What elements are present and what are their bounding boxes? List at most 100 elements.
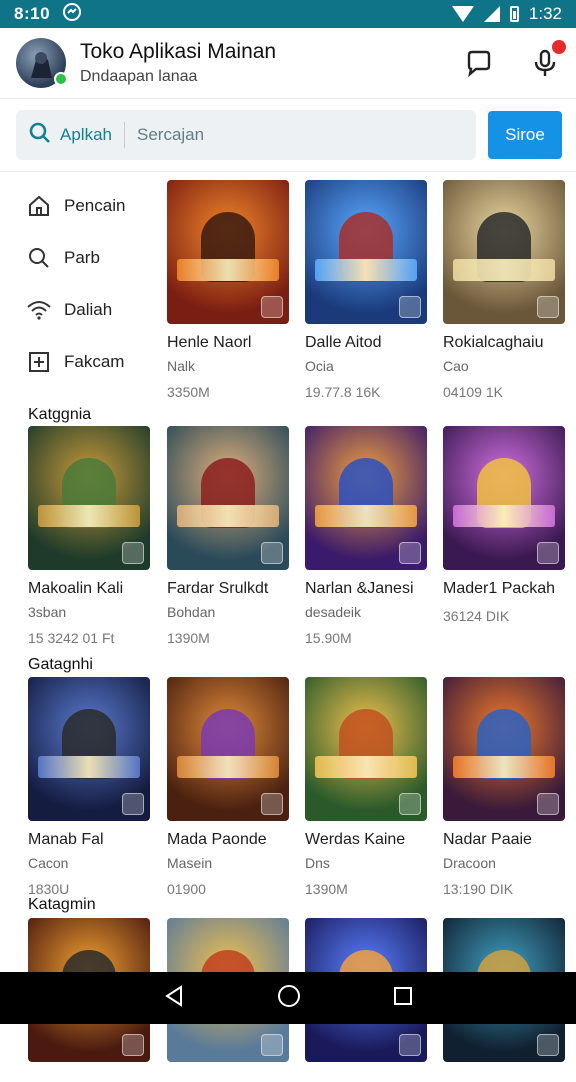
app-card[interactable]: Mada Paonde Masein 01900 [167,677,289,897]
app-card[interactable]: Nadar Paaie Dracoon 13:190 DIK [443,677,565,897]
sidebar-item-label: Fakcam [64,352,125,371]
badge-icon [261,1034,283,1056]
notification-badge [552,40,566,54]
app-card[interactable]: Narlan &Janesi desadeik 15.90M [305,426,427,646]
game-logo-art [314,756,418,779]
sidebar-item-daliah[interactable]: Daliah [0,284,160,336]
page-subtitle: Dndaapan lanaa [80,68,198,85]
game-logo-art [314,505,418,528]
status-time: 8:10 [14,4,51,23]
app-size: 15 3242 01 Ft [28,630,115,646]
sidebar-item-fakcam[interactable]: Fakcam [0,336,160,388]
microphone-icon[interactable] [530,40,566,78]
game-logo-art [176,505,280,528]
app-size: 15.90M [305,630,352,646]
app-developer: Bohdan [167,604,216,620]
game-logo-art [176,756,280,779]
app-thumbnail[interactable] [167,677,289,821]
game-logo-art [452,259,556,282]
app-thumbnail[interactable] [443,180,565,324]
category-label: Katggnia [28,406,92,423]
search-input[interactable] [136,125,377,145]
category-label: Katagmin [28,896,96,913]
search-icon [28,121,52,150]
battery-icon [509,6,519,22]
app-name: Dalle Aitod [305,334,382,351]
badge-icon [399,1034,421,1056]
game-logo-art [452,756,556,779]
status-bar: 8:10 1:32 [0,0,576,28]
app-thumbnail[interactable] [443,426,565,570]
category-label: Gatagnhi [28,656,93,673]
game-logo-art [37,505,141,528]
game-logo-art [37,756,141,779]
badge-icon [399,296,421,318]
app-name: Manab Fal [28,831,104,848]
app-thumbnail[interactable] [28,426,150,570]
badge-icon [261,542,283,564]
app-thumbnail[interactable] [443,677,565,821]
app-header: Toko Aplikasi Mainan Dndaapan lanaa [0,28,576,98]
app-developer: Dracoon [443,855,496,871]
app-developer: Ocia [305,358,334,374]
app-card[interactable]: Mader1 Packah 36124 DIK [443,426,565,624]
search-icon [26,245,52,271]
game-logo-art [314,259,418,282]
app-card[interactable]: Fardar Srulkdt Bohdan 1390M [167,426,289,646]
search-divider [123,122,125,148]
app-thumbnail[interactable] [167,180,289,324]
sidebar: Pencain Parb Daliah Fakcam [0,180,160,388]
app-developer: Cacon [28,855,69,871]
app-card[interactable]: Rokialcaghaiu Cao 04109 1K [443,180,565,400]
app-card[interactable]: Dalle Aitod Ocia 19.77.8 16K [305,180,427,400]
app-thumbnail[interactable] [305,426,427,570]
app-thumbnail[interactable] [28,677,150,821]
app-name: Nadar Paaie [443,831,532,848]
app-card[interactable]: Henle Naorl Nalk 3350M [167,180,289,400]
avatar[interactable] [16,38,68,88]
app-thumbnail[interactable] [305,677,427,821]
search-box[interactable]: Aplkah [16,110,476,160]
messenger-notification-icon [62,2,82,27]
game-logo-art [176,259,280,282]
signal-icon [483,6,500,22]
app-size: 1830U [28,881,70,897]
app-name: Mader1 Packah [443,580,556,597]
app-card[interactable]: Makoalin Kali 3sban 15 3242 01 Ft [28,426,150,646]
app-card[interactable]: Werdas Kaine Dns 1390M [305,677,427,897]
home-icon [26,193,52,219]
game-logo-art [452,505,556,528]
app-size: 3350M [167,384,210,400]
page-title: Toko Aplikasi Mainan [80,40,277,63]
app-name: Henle Naorl [167,334,252,351]
badge-icon [122,793,144,815]
app-thumbnail[interactable] [167,426,289,570]
app-name: Fardar Srulkdt [167,580,269,597]
search-row: Aplkah Siroe [0,98,576,172]
app-developer: Nalk [167,358,196,374]
wifi-icon [26,297,52,323]
app-name: Werdas Kaine [305,831,406,848]
wifi-icon [451,6,474,22]
badge-icon [122,1034,144,1056]
chat-icon[interactable] [464,48,494,78]
app-size: 19.77.8 16K [305,384,381,400]
app-card[interactable]: Manab Fal Cacon 1830U [28,677,150,897]
sidebar-item-pencain[interactable]: Pencain [0,180,160,232]
badge-icon [537,296,559,318]
app-thumbnail[interactable] [305,180,427,324]
app-name: Narlan &Janesi [305,580,414,597]
search-scope-chip[interactable]: Aplkah [60,125,112,145]
badge-icon [537,542,559,564]
badge-icon [399,793,421,815]
recents-icon[interactable] [392,985,414,1012]
app-size: 36124 DIK [443,608,510,624]
add-box-icon [26,349,52,375]
app-size: 01900 [167,881,206,897]
home-nav-icon[interactable] [276,983,302,1014]
sidebar-item-label: Parb [64,248,100,267]
sidebar-item-parb[interactable]: Parb [0,232,160,284]
app-developer: Cao [443,358,469,374]
back-icon[interactable] [162,984,186,1013]
search-button[interactable]: Siroe [488,111,562,159]
